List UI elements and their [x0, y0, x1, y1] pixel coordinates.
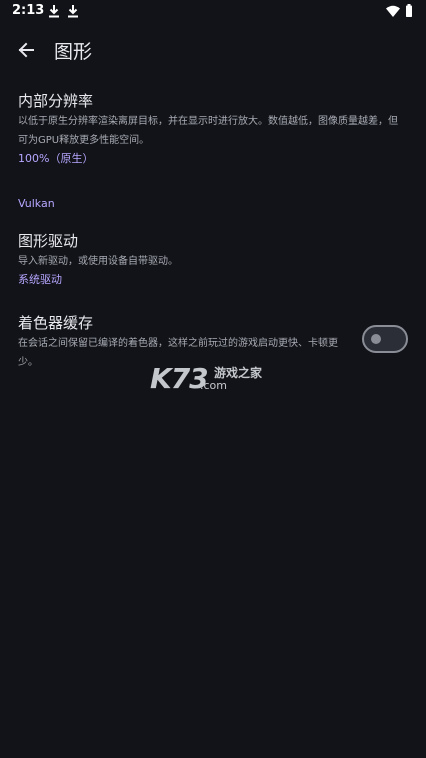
- section-header-vulkan: Vulkan: [18, 197, 55, 210]
- top-app-bar: 图形: [0, 24, 426, 76]
- wifi-icon: [386, 5, 400, 17]
- status-bar: 2:13: [0, 0, 426, 24]
- internal-resolution-setting[interactable]: 内部分辨率 以低于原生分辨率渲染离屏目标，并在显示时进行放大。数值越低，图像质量…: [18, 91, 408, 167]
- status-time: 2:13: [12, 3, 45, 18]
- download-icon: [68, 5, 78, 18]
- arrow-left-icon: [18, 42, 34, 58]
- watermark-domain: .com: [200, 379, 227, 392]
- setting-title: 内部分辨率: [18, 92, 94, 110]
- setting-description: 导入新驱动，或使用设备自带驱动。: [18, 256, 178, 267]
- graphics-driver-setting[interactable]: 图形驱动 导入新驱动，或使用设备自带驱动。 系统驱动: [18, 231, 408, 288]
- setting-description: 以低于原生分辨率渲染离屏目标，并在显示时进行放大。数值越低，图像质量越差，但可为…: [18, 116, 398, 146]
- battery-icon: [406, 4, 412, 17]
- watermark: K73 游戏之家 .com: [150, 362, 280, 398]
- setting-value: 100%（原生）: [18, 152, 94, 165]
- setting-value: 系统驱动: [18, 273, 62, 286]
- shader-cache-toggle[interactable]: [362, 325, 408, 353]
- page-title: 图形: [54, 41, 93, 63]
- setting-title: 图形驱动: [18, 232, 79, 250]
- back-button[interactable]: [12, 36, 40, 64]
- download-icon: [49, 5, 59, 18]
- setting-title: 着色器缓存: [18, 314, 94, 332]
- toggle-knob: [371, 334, 381, 344]
